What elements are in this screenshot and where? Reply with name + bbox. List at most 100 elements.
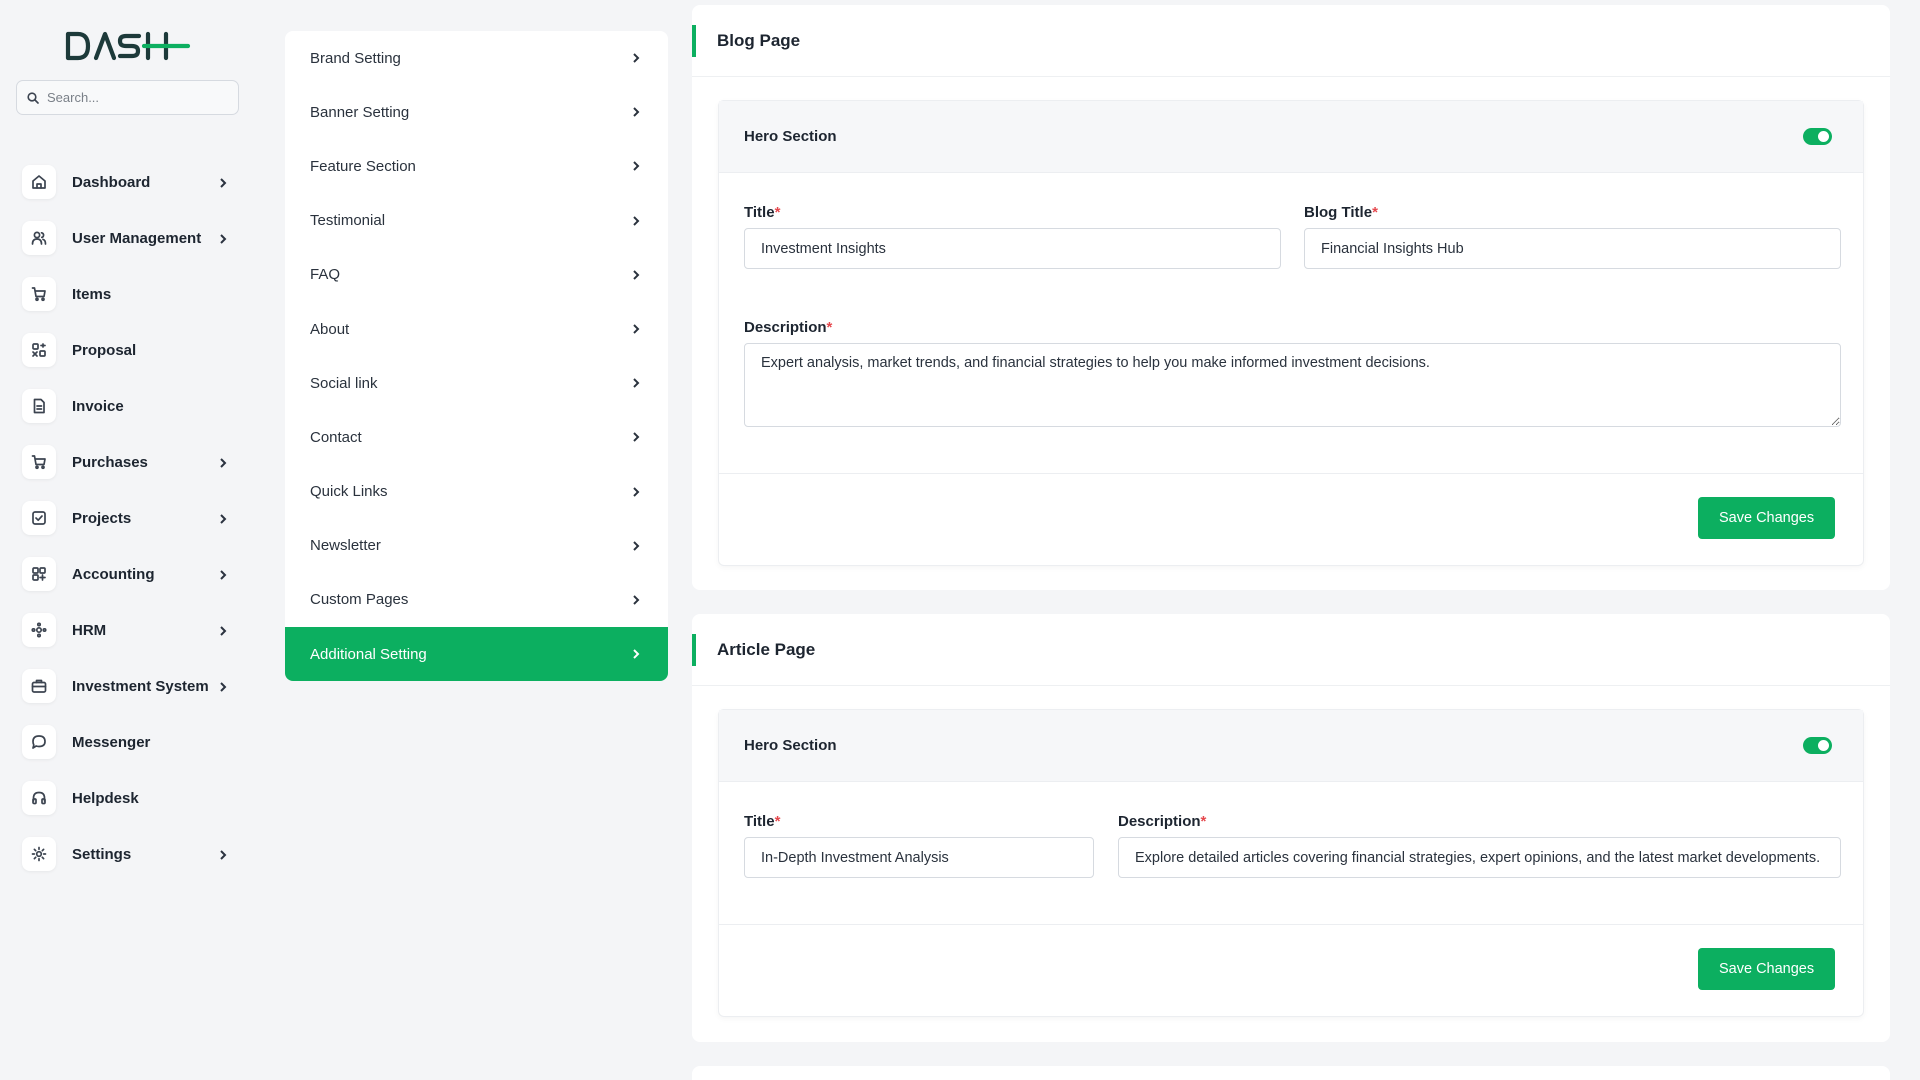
settings-menu: Brand Setting Banner Setting Feature Sec… [285,31,668,682]
check-square-icon [22,501,56,535]
gear-icon [22,837,56,871]
menu-item-about[interactable]: About [285,302,668,356]
chevron-right-icon [633,107,640,117]
proposal-icon [22,333,56,367]
grid-icon [22,557,56,591]
description-textarea[interactable]: Expert analysis, market trends, and fina… [744,343,1841,427]
menu-item-contact[interactable]: Contact [285,410,668,464]
description-input[interactable] [1118,837,1841,878]
sidebar-item-settings[interactable]: Settings [22,826,237,882]
sidebar-item-label: Investment System [72,677,209,695]
menu-item-social-link[interactable]: Social link [285,356,668,410]
sidebar-item-accounting[interactable]: Accounting [22,546,237,602]
users-icon [22,221,56,255]
menu-item-testimonial[interactable]: Testimonial [285,194,668,248]
card-header: Article Page [692,614,1890,686]
sidebar-item-hrm[interactable]: HRM [22,602,237,658]
menu-item-brand-setting[interactable]: Brand Setting [285,31,668,85]
cart-icon [22,277,56,311]
dash-logo[interactable] [64,28,194,64]
title-label: Title* [744,813,781,830]
chevron-right-icon [633,161,640,172]
menu-item-banner-setting[interactable]: Banner Setting [285,85,668,139]
sidebar-item-label: Dashboard [72,173,151,191]
chevron-right-icon [217,680,229,692]
blog-page-title: Blog Page [717,30,801,50]
sidebar-item-proposal[interactable]: Proposal [22,322,237,378]
chevron-right-icon [633,324,640,334]
invoice-icon [22,389,56,423]
search-box[interactable] [16,80,239,115]
menu-item-newsletter[interactable]: Newsletter [285,519,668,573]
hero-section-toggle[interactable] [1803,128,1832,145]
sidebar-item-investment-system[interactable]: Investment System [22,658,237,714]
hero-section-header: Hero Section [719,101,1863,173]
sidebar-item-dashboard[interactable]: Dashboard [22,154,237,210]
briefcase-icon [22,669,56,703]
chevron-right-icon [633,595,640,605]
home-icon [22,165,56,199]
card-header: Blog Page [692,5,1890,77]
hero-section-toggle[interactable] [1803,737,1832,754]
menu-item-label: Newsletter [310,537,381,555]
hero-section-title: Hero Section [744,737,837,754]
search-input[interactable] [47,90,227,105]
title-input[interactable] [744,837,1094,878]
sidebar-item-projects[interactable]: Projects [22,490,237,546]
menu-item-label: Additional Setting [310,645,427,663]
sidebar-item-label: Settings [72,845,132,863]
sidebar-item-label: Items [72,285,112,303]
menu-item-quick-links[interactable]: Quick Links [285,465,668,519]
menu-item-label: Feature Section [310,157,416,175]
sidebar-item-label: Invoice [72,397,124,415]
hero-section-panel: Hero Section Title* Description* Save Ch… [718,709,1864,1017]
title-label: Title* [744,204,781,221]
cart-icon [22,445,56,479]
search-icon [27,91,39,104]
hero-section-panel: Hero Section Title* Blog Title* Descript… [718,100,1864,566]
chevron-right-icon [633,486,640,497]
sidebar-item-label: HRM [72,621,107,639]
sidebar-item-invoice[interactable]: Invoice [22,378,237,434]
hero-section-title: Hero Section [744,128,837,145]
menu-item-faq[interactable]: FAQ [285,248,668,302]
sidebar: Dashboard User Management Items Proposal… [0,0,256,1080]
menu-item-custom-pages[interactable]: Custom Pages [285,573,668,627]
menu-item-feature-section[interactable]: Feature Section [285,139,668,193]
sidebar-item-label: Helpdesk [72,789,139,807]
menu-item-label: Testimonial [310,212,386,230]
sidebar-item-label: Messenger [72,733,151,751]
divider [719,473,1863,474]
chevron-right-icon [633,215,640,226]
sidebar-item-helpdesk[interactable]: Helpdesk [22,770,237,826]
headphones-icon [22,781,56,815]
menu-item-label: Social link [310,374,378,392]
sidebar-item-label: User Management [72,229,202,247]
blog-title-label: Blog Title* [1304,204,1378,221]
blog-title-input[interactable] [1304,228,1841,269]
chevron-right-icon [633,53,640,63]
menu-item-label: About [310,320,350,338]
chevron-right-icon [633,270,640,280]
chevron-right-icon [217,456,229,468]
chevron-right-icon [633,432,640,443]
menu-item-label: Custom Pages [310,591,409,609]
sidebar-item-purchases[interactable]: Purchases [22,434,237,490]
sidebar-nav: Dashboard User Management Items Proposal… [22,154,237,882]
chevron-right-icon [217,568,229,580]
menu-item-additional-setting[interactable]: Additional Setting [285,627,668,682]
message-icon [22,725,56,759]
chevron-right-icon [217,624,229,636]
title-input[interactable] [744,228,1281,269]
save-changes-button[interactable]: Save Changes [1698,948,1836,990]
sidebar-item-messenger[interactable]: Messenger [22,714,237,770]
sidebar-item-label: Purchases [72,453,148,471]
chevron-right-icon [633,649,640,659]
sidebar-item-user-management[interactable]: User Management [22,210,237,266]
menu-item-label: FAQ [310,266,341,284]
save-changes-button[interactable]: Save Changes [1698,497,1836,539]
sidebar-item-items[interactable]: Items [22,266,237,322]
sidebar-item-label: Proposal [72,341,137,359]
chevron-right-icon [217,232,229,244]
chevron-right-icon [633,378,640,388]
